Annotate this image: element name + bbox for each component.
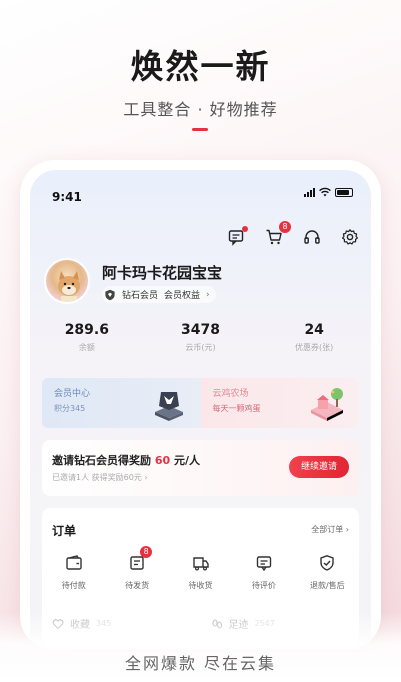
shield-check-icon bbox=[318, 554, 336, 572]
phone-mockup: 9:41 8 阿卡玛卡花园宝宝 钻石会员 会员权益 › 289.6 余额 347… bbox=[20, 160, 381, 650]
invite-sub: 已邀请1人 获得奖励60元 › bbox=[52, 472, 148, 483]
order-label: 待付款 bbox=[61, 581, 86, 590]
stat-balance[interactable]: 289.6 余额 bbox=[30, 322, 144, 353]
gear-icon[interactable] bbox=[341, 228, 359, 246]
hero-subtitle: 工具整合 · 好物推荐 bbox=[123, 100, 278, 119]
wifi-icon bbox=[319, 187, 331, 197]
cart-badge: 8 bbox=[279, 221, 291, 233]
stat-value: 289.6 bbox=[64, 322, 109, 338]
order-pending-receipt[interactable]: 待收货 bbox=[169, 554, 232, 591]
member-row[interactable]: 钻石会员 会员权益 › bbox=[102, 286, 216, 303]
order-label: 待收货 bbox=[188, 581, 213, 590]
package-icon: 8 bbox=[128, 546, 153, 572]
member-pill[interactable]: 钻石会员 会员权益 › bbox=[102, 286, 216, 303]
status-time: 9:41 bbox=[52, 190, 82, 204]
all-orders-label: 全部订单 bbox=[311, 525, 344, 534]
avatar[interactable] bbox=[44, 258, 90, 304]
status-bar: 9:41 bbox=[52, 186, 353, 204]
stat-value: 24 bbox=[304, 322, 324, 338]
diamond-shield-icon bbox=[105, 289, 115, 300]
order-label: 退款/售后 bbox=[309, 581, 345, 590]
cart-icon[interactable]: 8 bbox=[265, 221, 291, 246]
app-screen: 9:41 8 阿卡玛卡花园宝宝 钻石会员 会员权益 › 289.6 余额 347… bbox=[30, 170, 371, 650]
member-level: 钻石会员 bbox=[122, 291, 159, 301]
truck-icon bbox=[192, 554, 210, 572]
dog-avatar-icon bbox=[58, 271, 80, 302]
chevron-right-icon: › bbox=[345, 525, 349, 534]
order-label: 待评价 bbox=[251, 581, 276, 590]
invite-amount: 60 bbox=[154, 454, 171, 467]
top-icon-bar: 8 bbox=[227, 221, 359, 246]
signal-icon bbox=[304, 188, 315, 197]
invite-sub-text: 已邀请1人 获得奖励60元 bbox=[52, 473, 142, 482]
order-pending-shipment[interactable]: 8 待发货 bbox=[105, 546, 168, 591]
message-dot bbox=[242, 226, 248, 232]
order-status-row: 待付款 8 待发货 待收货 待评价 退款/售后 bbox=[42, 546, 359, 591]
member-center-card[interactable]: 会员中心 积分345 bbox=[42, 378, 201, 428]
hero-title: 焕然一新 bbox=[130, 47, 271, 86]
invite-title-prefix: 邀请钻石会员得奖励 bbox=[52, 454, 151, 467]
stat-value: 3478 bbox=[181, 322, 220, 338]
user-name: 阿卡玛卡花园宝宝 bbox=[102, 264, 223, 282]
order-pending-review[interactable]: 待评价 bbox=[232, 554, 295, 591]
stat-label: 余额 bbox=[78, 343, 95, 352]
headset-icon[interactable] bbox=[303, 228, 321, 246]
all-orders-link[interactable]: 全部订单 › bbox=[311, 524, 349, 535]
wallet-icon bbox=[65, 554, 83, 572]
stat-label: 优惠券(张) bbox=[295, 343, 334, 352]
continue-invite-button[interactable]: 继续邀请 bbox=[289, 456, 349, 478]
orders-title: 订单 bbox=[52, 524, 77, 538]
order-refund-aftersale[interactable]: 退款/售后 bbox=[296, 554, 359, 591]
order-badge: 8 bbox=[140, 546, 153, 558]
status-icons bbox=[304, 187, 353, 197]
stat-coupons[interactable]: 24 优惠券(张) bbox=[257, 322, 371, 353]
feature-cards: 会员中心 积分345 云鸡农场 每天一颗鸡蛋 bbox=[42, 378, 359, 428]
chicken-farm-card[interactable]: 云鸡农场 每天一颗鸡蛋 bbox=[200, 378, 359, 428]
member-rights: 会员权益 bbox=[164, 291, 201, 301]
stats-row: 289.6 余额 3478 云币(元) 24 优惠券(张) bbox=[30, 322, 371, 353]
chevron-right-icon: › bbox=[144, 473, 148, 482]
message-icon[interactable] bbox=[227, 226, 248, 246]
stat-label: 云币(元) bbox=[185, 343, 216, 352]
invite-banner[interactable]: 邀请钻石会员得奖励 60 元/人 已邀请1人 获得奖励60元 › 继续邀请 bbox=[42, 440, 359, 496]
stat-coins[interactable]: 3478 云币(元) bbox=[144, 322, 258, 353]
order-pending-payment[interactable]: 待付款 bbox=[42, 554, 105, 591]
hero-accent-bar bbox=[192, 128, 208, 131]
invite-title-suffix: 元/人 bbox=[174, 454, 201, 467]
chevron-right-icon: › bbox=[206, 289, 210, 300]
invite-title: 邀请钻石会员得奖励 60 元/人 bbox=[52, 452, 200, 468]
comment-icon bbox=[255, 554, 273, 572]
order-label: 待发货 bbox=[125, 581, 150, 590]
farm-icon bbox=[311, 388, 343, 421]
member-badge-icon bbox=[154, 392, 183, 421]
footer-slogan: 全网爆款 尽在云集 bbox=[124, 654, 277, 673]
battery-icon bbox=[335, 188, 353, 197]
